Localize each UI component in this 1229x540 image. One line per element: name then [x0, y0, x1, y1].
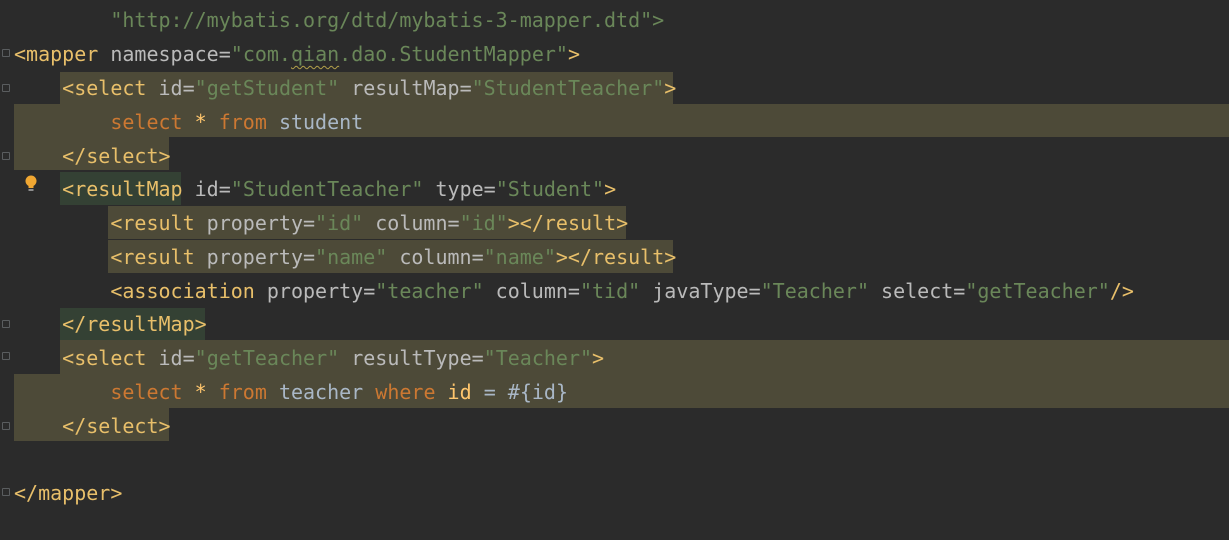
- dtd-url-string: "http://mybatis.org/dtd/mybatis-3-mapper…: [110, 8, 665, 32]
- resulttype-attribute: resultType: [351, 346, 472, 370]
- select-open-tag: <select: [62, 346, 147, 370]
- code-line-4[interactable]: select * from student: [14, 105, 363, 139]
- result-close-tag: ></result>: [555, 245, 677, 269]
- equals-sign: =: [218, 42, 231, 66]
- select-close-tag: </select>: [62, 414, 171, 438]
- fold-marker-icon[interactable]: [2, 152, 10, 160]
- quote: ": [230, 42, 243, 66]
- namespace-value-part: com.: [242, 42, 291, 66]
- id-value: "getStudent": [194, 76, 340, 100]
- association-open-tag: <association: [110, 279, 255, 303]
- id-attribute: id: [194, 177, 219, 201]
- column-attribute: column: [375, 211, 448, 235]
- mapper-close-tag: </mapper>: [14, 481, 123, 505]
- column-attribute: column: [399, 245, 472, 269]
- property-attribute: property: [266, 279, 364, 303]
- sql-where-keyword: where: [375, 380, 436, 404]
- namespace-value-part: .dao.StudentMapper: [339, 42, 556, 66]
- sql-column-name: id: [447, 380, 472, 404]
- sql-star: *: [194, 380, 207, 404]
- code-line-3[interactable]: <select id="getStudent" resultMap="Stude…: [14, 71, 676, 105]
- property-attribute: property: [206, 245, 303, 269]
- tag-close-bracket: >: [592, 346, 605, 370]
- javatype-value: "Teacher": [760, 279, 869, 303]
- type-value: "Student": [495, 177, 605, 201]
- result-close-tag: ></result>: [507, 211, 629, 235]
- result-open-tag: <result: [110, 245, 195, 269]
- resultmap-close-tag: </resultMap>: [62, 312, 207, 336]
- mapper-open-tag: <mapper: [14, 42, 99, 66]
- type-attribute: type: [435, 177, 484, 201]
- fold-marker-icon[interactable]: [2, 352, 10, 360]
- code-line-1[interactable]: "http://mybatis.org/dtd/mybatis-3-mapper…: [14, 3, 664, 37]
- sql-operator: =: [483, 380, 496, 404]
- fold-marker-icon[interactable]: [2, 488, 10, 496]
- sql-from-keyword: from: [218, 110, 267, 134]
- self-close-bracket: />: [1109, 279, 1134, 303]
- id-value: "getTeacher": [194, 346, 340, 370]
- tag-close-bracket: >: [664, 76, 677, 100]
- column-value: "name": [483, 245, 556, 269]
- code-editor[interactable]: "http://mybatis.org/dtd/mybatis-3-mapper…: [0, 0, 1229, 540]
- fold-marker-icon[interactable]: [2, 422, 10, 430]
- resultmap-open-tag: <resultMap: [62, 177, 183, 201]
- sql-select-keyword: select: [110, 110, 183, 134]
- column-value: "tid": [579, 279, 641, 303]
- quote: ": [555, 42, 568, 66]
- code-line-12[interactable]: select * from teacher where id = #{id}: [14, 375, 568, 409]
- property-value: "teacher": [375, 279, 484, 303]
- sql-select-keyword: select: [110, 380, 183, 404]
- select-value: "getTeacher": [965, 279, 1110, 303]
- code-line-2[interactable]: <mapper namespace="com.qian.dao.StudentM…: [14, 37, 580, 71]
- fold-marker-icon[interactable]: [2, 84, 10, 92]
- property-value: "name": [315, 245, 388, 269]
- select-open-tag: <select: [62, 76, 147, 100]
- id-attribute: id: [158, 76, 183, 100]
- result-open-tag: <result: [110, 211, 195, 235]
- tag-close-bracket: >: [604, 177, 617, 201]
- sql-from-keyword: from: [218, 380, 267, 404]
- property-attribute: property: [206, 211, 303, 235]
- code-line-5[interactable]: </select>: [14, 139, 171, 173]
- sql-parameter: #{id}: [507, 380, 568, 404]
- fold-marker-icon[interactable]: [2, 320, 10, 328]
- javatype-attribute: javaType: [652, 279, 749, 303]
- column-attribute: column: [495, 279, 568, 303]
- code-line-9[interactable]: <association property="teacher" column="…: [14, 274, 1134, 308]
- sql-table-name: student: [278, 110, 364, 134]
- property-value: "id": [315, 211, 364, 235]
- id-attribute: id: [158, 346, 183, 370]
- sql-star: *: [194, 110, 207, 134]
- code-line-13[interactable]: </select>: [14, 409, 171, 443]
- resultmap-attribute: resultMap: [351, 76, 460, 100]
- resulttype-value: "Teacher": [483, 346, 593, 370]
- column-value: "id": [459, 211, 508, 235]
- namespace-attribute: namespace: [110, 42, 219, 66]
- tag-close-bracket: >: [567, 42, 580, 66]
- code-line-10[interactable]: </resultMap>: [14, 307, 207, 341]
- sql-table-name: teacher: [278, 380, 364, 404]
- select-close-tag: </select>: [62, 144, 171, 168]
- code-line-6[interactable]: <resultMap id="StudentTeacher" type="Stu…: [14, 172, 616, 206]
- code-line-11[interactable]: <select id="getTeacher" resultType="Teac…: [14, 341, 604, 375]
- fold-marker-icon[interactable]: [2, 49, 10, 57]
- code-line-8[interactable]: <result property="name" column="name"></…: [14, 240, 676, 274]
- code-line-7[interactable]: <result property="id" column="id"></resu…: [14, 206, 628, 240]
- resultmap-value: "StudentTeacher": [471, 76, 665, 100]
- id-value: "StudentTeacher": [230, 177, 424, 201]
- select-attribute: select: [881, 279, 954, 303]
- code-line-15[interactable]: </mapper>: [14, 476, 122, 510]
- namespace-typo-warning[interactable]: qian: [291, 42, 339, 66]
